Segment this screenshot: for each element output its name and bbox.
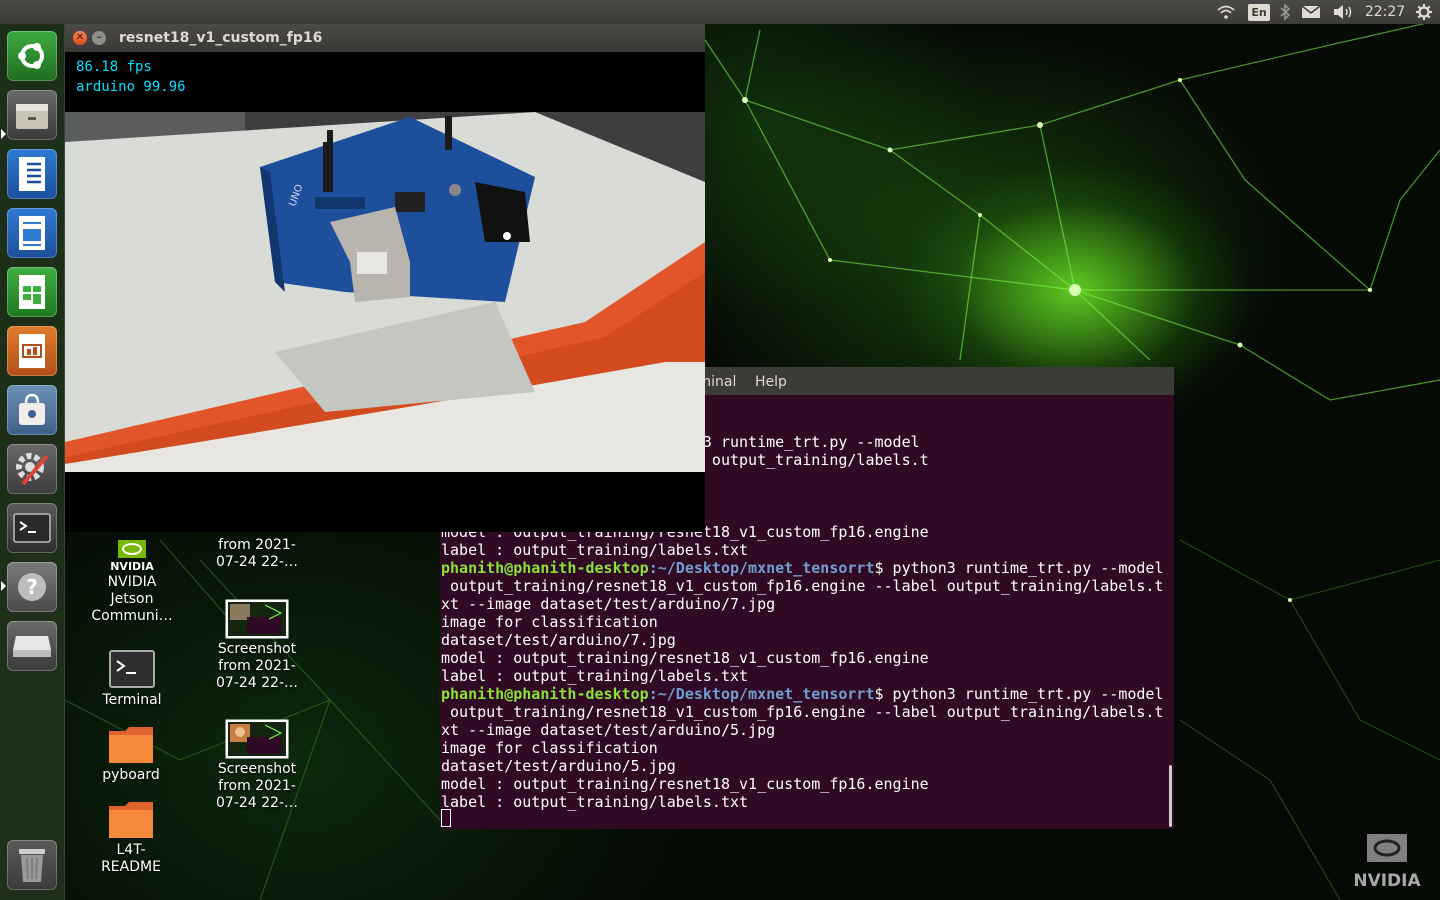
watermark-text: NVIDIA: [1353, 871, 1421, 890]
terminal-file-icon: [109, 650, 155, 690]
screenshot-thumbnail-icon: [225, 719, 289, 759]
impress-icon[interactable]: [7, 326, 57, 376]
writer-icon[interactable]: [7, 208, 57, 258]
desktop-icon-label: NVIDIA Jetson Communi…: [91, 574, 173, 624]
volume-icon[interactable]: [1330, 0, 1358, 24]
desktop-icon-nvidia-jetson[interactable]: NVIDIA NVIDIA Jetson Communi…: [87, 536, 177, 625]
camera-window[interactable]: ✕ – resnet18_v1_custom_fp16 86.18 fps ar…: [65, 24, 705, 532]
folder-icon: [107, 800, 155, 840]
prompt-user: phanith@phanith-desktop: [441, 685, 649, 703]
keyboard-language-icon[interactable]: En: [1248, 0, 1270, 24]
bluetooth-icon[interactable]: [1276, 0, 1294, 24]
terminal-line: model : output_training/resnet18_v1_cust…: [441, 775, 929, 793]
prompt-command: $ python3 runtime_trt.py --model: [874, 559, 1164, 577]
files-icon[interactable]: [7, 90, 57, 140]
terminal-line: dataset/test/arduino/5.jpg: [441, 757, 676, 775]
screenshot-thumbnail-icon: [225, 599, 289, 639]
terminal-line: output_training/resnet18_v1_custom_fp16.…: [441, 703, 1164, 721]
desktop-icon-screenshot-3[interactable]: Screenshot from 2021- 07-24 22-…: [212, 719, 302, 812]
terminal-line: xt --image dataset/test/arduino/7.jpg: [441, 595, 776, 613]
camera-feed: UNO: [65, 112, 705, 472]
running-indicator: [1, 129, 6, 139]
desktop-icon-pyboard[interactable]: pyboard: [86, 725, 176, 784]
session-gear-icon[interactable]: [1412, 0, 1436, 24]
terminal-line: xt --image dataset/test/arduino/5.jpg: [441, 721, 776, 739]
prompt-path: :~/Desktop/mxnet_tensorrt: [648, 685, 875, 703]
ubuntu-dash-icon[interactable]: [7, 31, 57, 81]
terminal-line: image for classification: [441, 613, 658, 631]
terminal-line: image for classification: [441, 739, 658, 757]
window-title: resnet18_v1_custom_fp16: [119, 30, 323, 46]
camera-window-titlebar[interactable]: ✕ – resnet18_v1_custom_fp16: [65, 24, 705, 52]
top-panel: En 22:27: [0, 0, 1440, 24]
nvidia-watermark: NVIDIA: [1345, 828, 1429, 891]
desktop-icon-screenshot-2[interactable]: Screenshot from 2021- 07-24 22-…: [212, 599, 302, 692]
desktop-icon-label: Terminal: [102, 692, 162, 708]
terminal-line: phanith@phanith-desktop:~/Desktop/mxnet_…: [441, 685, 1163, 703]
nvidia-logo-text: NVIDIA: [110, 560, 154, 572]
drive-icon[interactable]: [7, 621, 57, 671]
wifi-icon[interactable]: [1214, 0, 1238, 24]
clock[interactable]: 22:27: [1364, 0, 1406, 24]
terminal-line: label : output_training/labels.txt: [441, 541, 749, 559]
menu-help[interactable]: Help: [755, 374, 787, 390]
terminal-line: phanith@phanith-desktop:~/Desktop/mxnet_…: [441, 559, 1163, 577]
nvidia-logo-icon: NVIDIA: [110, 536, 154, 573]
terminal-line: label : output_training/labels.txt: [441, 667, 749, 685]
trash-icon[interactable]: [7, 840, 57, 890]
prompt-path: :~/Desktop/mxnet_tensorrt: [648, 559, 875, 577]
minimize-icon[interactable]: –: [92, 31, 106, 45]
close-icon[interactable]: ✕: [73, 31, 87, 45]
running-indicator: [1, 581, 6, 591]
software-center-icon[interactable]: [7, 385, 57, 435]
terminal-line: dataset/test/arduino/7.jpg: [441, 631, 676, 649]
language-indicator-label: En: [1248, 3, 1270, 21]
terminal-cursor: [441, 809, 451, 827]
terminal-line: model : output_training/resnet18_v1_cust…: [441, 649, 929, 667]
folder-icon: [107, 725, 155, 765]
desktop-icon-label: Screenshot from 2021- 07-24 22-…: [216, 761, 298, 811]
desktop-icon-label: pyboard: [102, 767, 160, 783]
terminal-scrollbar[interactable]: [1169, 765, 1172, 827]
desktop-icon-label: from 2021- 07-24 22-…: [216, 537, 298, 570]
terminal-line: output_training/resnet18_v1_custom_fp16.…: [441, 577, 1164, 595]
desktop-icon-label: L4T- README: [101, 842, 161, 875]
prompt-command: $ python3 runtime_trt.py --model: [874, 685, 1164, 703]
help-icon[interactable]: ?: [7, 562, 57, 612]
prompt-user: phanith@phanith-desktop: [441, 559, 649, 577]
terminal-icon[interactable]: [7, 503, 57, 553]
calc-icon[interactable]: [7, 267, 57, 317]
system-settings-icon[interactable]: [7, 444, 57, 494]
text-editor-icon[interactable]: [7, 149, 57, 199]
fps-readout: 86.18 fps: [76, 59, 152, 75]
desktop-icon-label: Screenshot from 2021- 07-24 22-…: [216, 641, 298, 691]
svg-text:?: ?: [26, 575, 38, 599]
desktop-icon-l4t-readme[interactable]: L4T- README: [86, 800, 176, 876]
classification-result: arduino 99.96: [76, 79, 186, 95]
desktop-icon-terminal[interactable]: Terminal: [87, 650, 177, 709]
launcher: ?: [0, 24, 65, 900]
terminal-line: label : output_training/labels.txt: [441, 793, 749, 811]
mail-icon[interactable]: [1298, 0, 1324, 24]
